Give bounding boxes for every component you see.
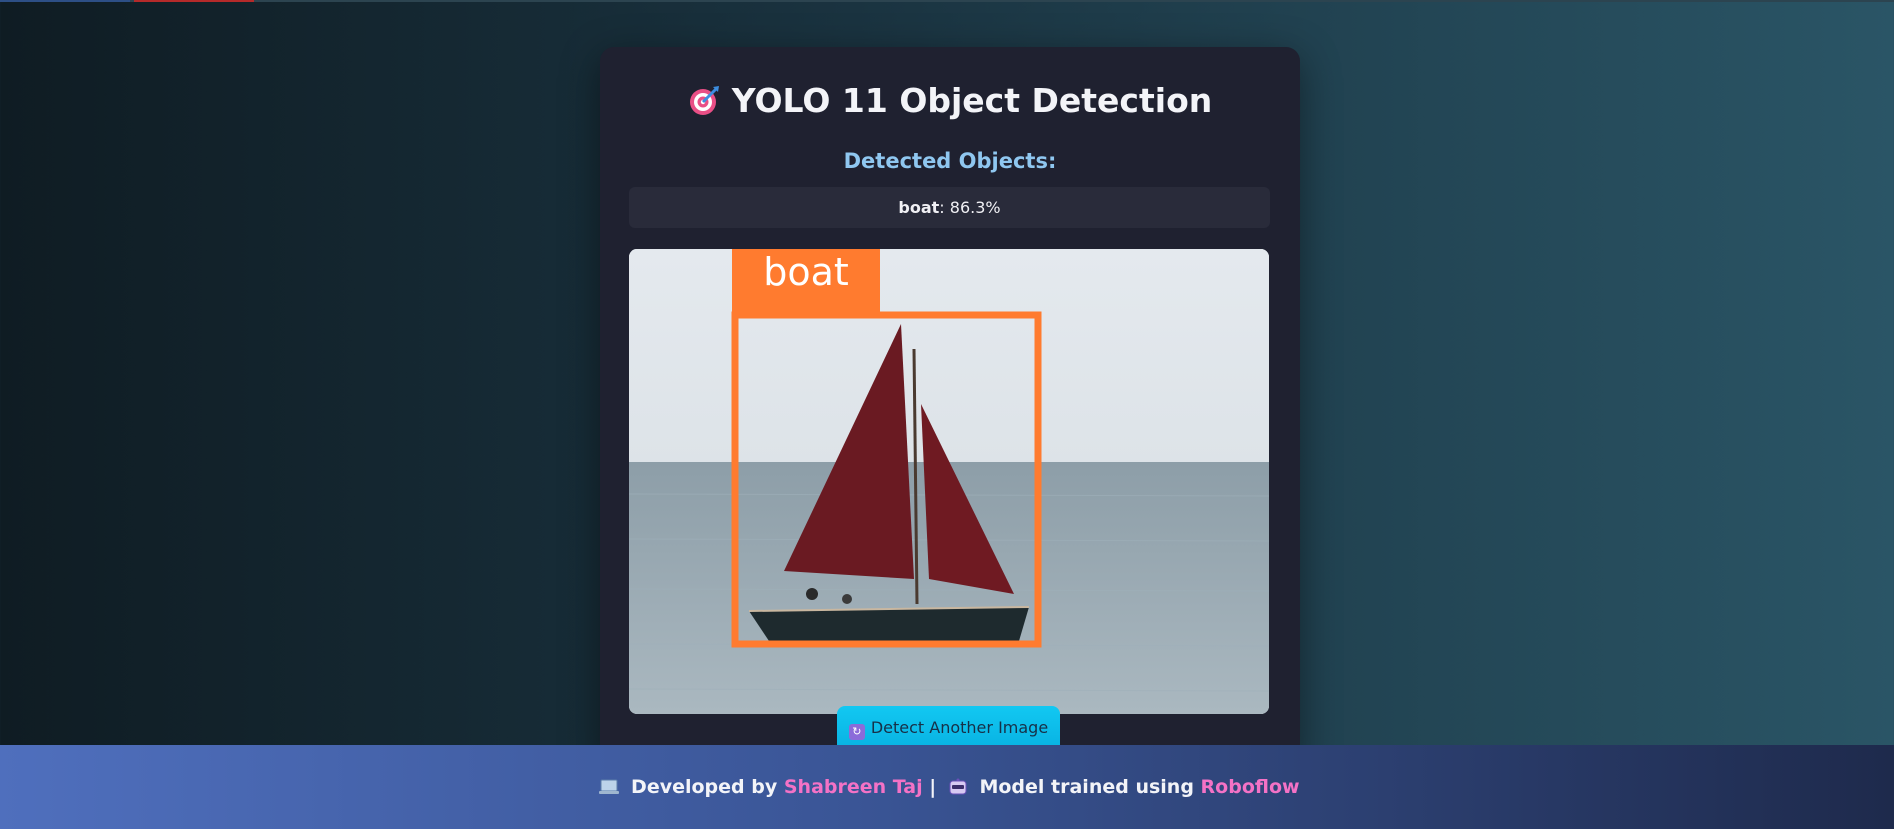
detect-another-button[interactable]: ↻ Detect Another Image	[837, 706, 1060, 750]
model-trained-text: Model trained using	[979, 776, 1194, 798]
footer: Developed by Shabreen Taj | Model traine…	[0, 745, 1894, 829]
laptop-icon	[598, 748, 620, 794]
developer-link[interactable]: Shabreen Taj	[784, 776, 923, 798]
overlay-label: boat	[763, 250, 849, 294]
detection-card: YOLO 11 Object Detection Detected Object…	[600, 47, 1300, 767]
detection-confidence: 86.3%	[949, 198, 1001, 217]
page-title: YOLO 11 Object Detection	[600, 78, 1300, 124]
top-progress-line	[0, 0, 1894, 2]
refresh-icon: ↻	[848, 724, 865, 740]
top-line-blue-segment	[0, 0, 130, 2]
detection-result: boat: 86.3%	[629, 187, 1270, 228]
detection-label: boat	[898, 198, 940, 217]
top-line-red-segment	[134, 0, 254, 2]
developed-by-text: Developed by	[631, 776, 778, 798]
detect-another-label: Detect Another Image	[870, 718, 1049, 737]
boat-photo: boat	[629, 249, 1269, 714]
detected-objects-heading: Detected Objects:	[843, 149, 1057, 173]
page-title-text: YOLO 11 Object Detection	[731, 81, 1213, 120]
detection-image: boat	[629, 249, 1269, 714]
roboflow-link[interactable]: Roboflow	[1201, 776, 1300, 798]
footer-separator: |	[929, 776, 937, 798]
robot-icon	[947, 748, 969, 795]
target-icon	[688, 83, 720, 115]
